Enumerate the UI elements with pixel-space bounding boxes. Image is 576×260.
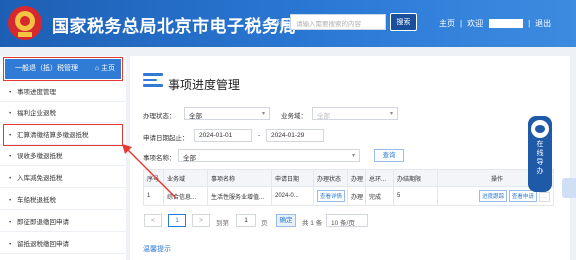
search-input[interactable]: 请输入需要搜索的内容 — [290, 14, 386, 30]
view-detail-button[interactable]: 查看详情 — [317, 190, 346, 202]
cell-status: 查看详情 — [313, 186, 348, 206]
domain-select-value: 全部 — [317, 113, 330, 120]
site-title: 国家税务总局北京市电子税务局 — [52, 17, 297, 36]
date-separator: - — [258, 132, 261, 139]
page-title: 事项进度管理 — [168, 78, 241, 92]
assistant-label: 在线导办 — [528, 140, 552, 176]
assistant-label-char: 导 — [536, 159, 544, 166]
cell-date: 2024-0... — [271, 186, 314, 206]
tax-emblem-logo — [8, 6, 42, 40]
assistant-label-char: 在 — [536, 141, 544, 148]
page-number-button[interactable]: 1 — [168, 214, 186, 227]
warm-tip-heading: 温馨提示 — [143, 246, 171, 253]
view-application-button[interactable]: 查看申请 — [508, 190, 537, 202]
column-header: 申请日期 — [271, 169, 314, 187]
column-header: 总环... — [365, 169, 394, 187]
sidebar-item-credit-refund-return[interactable]: 留抵退税缴回申请 — [0, 235, 126, 254]
chevron-down-icon: ▾ — [389, 111, 393, 117]
cell-status-text: 完成 — [369, 194, 382, 201]
prev-page-button[interactable]: < — [144, 214, 162, 227]
domain-select[interactable]: 全部 ▾ — [312, 107, 398, 120]
online-assistant-button[interactable]: 在线导办 — [528, 116, 552, 192]
cell-handle: 办理 — [347, 186, 366, 206]
table-header-row: 序号 业务域 事项名称 申请日期 办理状态 办理 总环... 办结期限 操作 — [143, 169, 554, 187]
highlight-box-sidebar-header — [3, 57, 123, 81]
sidebar-item-progress[interactable]: 事项进度管理 — [0, 83, 126, 102]
sidebar-item-welfare-refund[interactable]: 福利企业退税 — [0, 104, 126, 123]
status-label: 办理状态： — [143, 113, 176, 120]
total-count: 共 1 条 — [302, 220, 323, 227]
red-arrow-annotation — [122, 144, 177, 199]
assistant-label-char: 线 — [536, 150, 544, 157]
status-select[interactable]: 全部 ▾ — [184, 107, 270, 120]
column-header: 办结期限 — [393, 169, 438, 187]
top-links: 主页 | 欢迎 | 退出 — [436, 18, 554, 29]
column-header: 办理状态 — [313, 169, 348, 187]
goto-page-input[interactable]: 1 — [236, 214, 256, 227]
sidebar-item-vehicle-tax-refund[interactable]: 车船税退抵税 — [0, 191, 126, 210]
list-icon — [143, 73, 163, 89]
goto-label: 到第 — [216, 220, 229, 227]
user-avatar-icon[interactable] — [562, 178, 576, 198]
chevron-down-icon: ▾ — [351, 153, 355, 159]
assistant-avatar-icon — [531, 120, 549, 138]
sidebar-item-immediate-refund-return[interactable]: 即征即退缴回申请 — [0, 213, 126, 232]
per-page-value: 10 条/页 — [331, 220, 355, 227]
date-to-input[interactable]: 2024-01-29 — [266, 129, 324, 142]
cell-item: 生活性服务业增值... — [207, 186, 272, 206]
sidebar-item-overpaid-refund[interactable]: 误收多缴退抵税 — [0, 147, 126, 166]
confirm-button[interactable]: 确定 — [276, 214, 296, 227]
cell-deadline: 5 — [393, 186, 438, 206]
main-panel: 事项进度管理 办理状态： 全部 ▾ 业务域： 全部 ▾ 申请日期起止： 2024-0… — [130, 56, 570, 260]
column-header: 事项名称 — [207, 169, 272, 187]
top-header: 国家税务总局北京市电子税务局 呼阅读 请输入需要搜索的内容 搜索 主页 | 欢迎 | 退… — [0, 0, 576, 47]
home-link[interactable]: 主页 — [439, 19, 455, 28]
item-name-select-value: 全部 — [183, 155, 196, 162]
sidebar-item-exemption-refund[interactable]: 入库减免退抵税 — [0, 169, 126, 188]
highlight-box-settlement-item — [3, 124, 123, 146]
page-unit-label: 页 — [261, 220, 268, 227]
progress-track-button[interactable]: 进度跟踪 — [479, 190, 508, 202]
table-row: 1 综合信息... 生活性服务业增值... 2024-0... 查看详情 办理 … — [143, 186, 554, 206]
progress-table: 序号 业务域 事项名称 申请日期 办理状态 办理 总环... 办结期限 操作 1… — [143, 169, 554, 206]
sidebar: 一般退（抵）税管理 ⌂ 主页 事项进度管理 福利企业退税 汇算清缴结算多缴退抵税… — [0, 56, 126, 260]
separator: | — [528, 19, 531, 28]
status-select-value: 全部 — [189, 113, 202, 120]
column-header: 办理 — [347, 169, 366, 187]
item-name-select[interactable]: 全部 ▾ — [178, 149, 360, 162]
next-page-button[interactable]: > — [192, 214, 210, 227]
user-name-redacted — [489, 19, 524, 29]
more-action-button[interactable]: … — [538, 192, 550, 202]
cell-total: 完成 — [365, 186, 394, 206]
separator: | — [460, 19, 463, 28]
welcome-text: 欢迎 — [467, 19, 484, 28]
assistant-label-char: 办 — [536, 168, 544, 175]
per-page-select[interactable]: 10 条/页 — [326, 214, 368, 227]
search-button[interactable]: 搜索 — [390, 13, 417, 31]
logout-link[interactable]: 退出 — [535, 19, 551, 28]
domain-label: 业务域： — [281, 113, 307, 120]
chevron-down-icon: ▾ — [261, 111, 265, 117]
query-button[interactable]: 查询 — [374, 149, 404, 162]
cell-total-value: 5 — [397, 193, 401, 199]
date-from-input[interactable]: 2024-01-01 — [194, 129, 252, 142]
